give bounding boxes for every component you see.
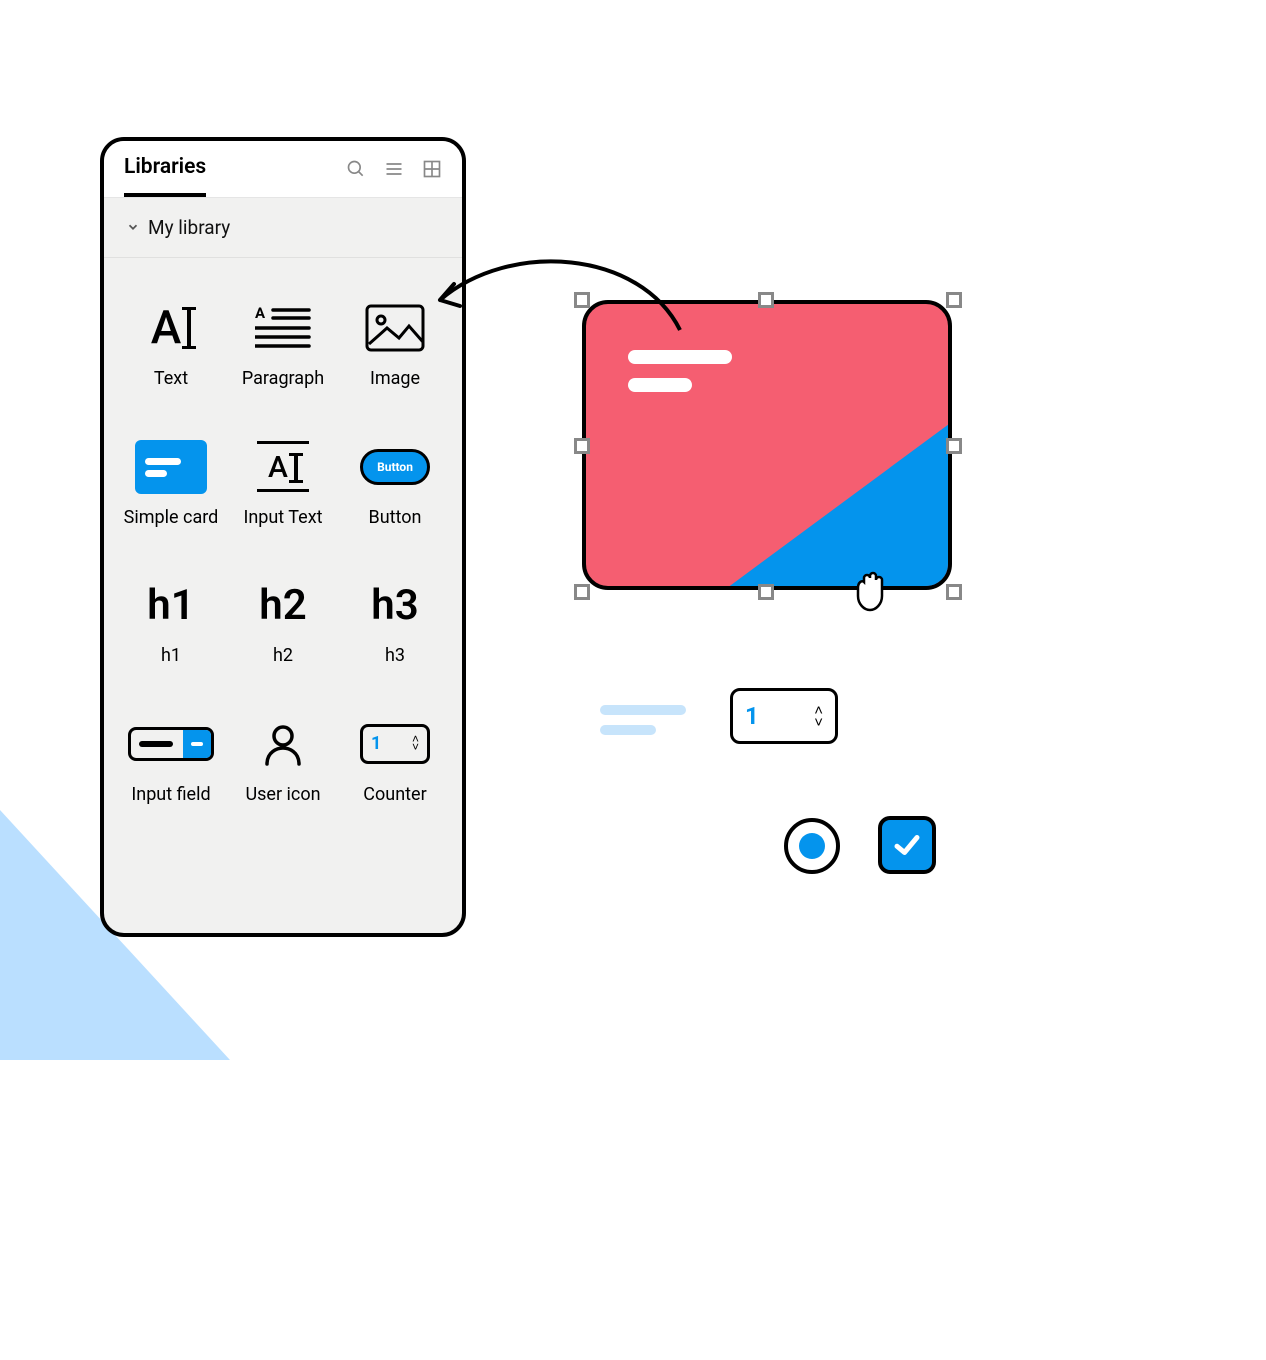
library-item-label: Counter <box>363 784 426 807</box>
library-item-user-icon[interactable]: User icon <box>232 714 334 807</box>
library-item-label: Simple card <box>124 507 219 530</box>
selection-handle[interactable] <box>946 438 962 454</box>
chevron-down-icon: ˅ <box>412 744 419 751</box>
library-item-text[interactable]: A Text <box>120 298 222 391</box>
counter-icon: 1 ˄ ˅ <box>360 714 430 774</box>
library-item-simple-card[interactable]: Simple card <box>120 437 222 530</box>
library-item-h2[interactable]: h2 h2 <box>232 575 334 668</box>
selection-handle[interactable] <box>574 438 590 454</box>
library-item-h1[interactable]: h1 h1 <box>120 575 222 668</box>
h2-icon: h2 <box>259 575 306 635</box>
counter-tile-arrows: ˄ ˅ <box>412 736 419 750</box>
selection-handle[interactable] <box>758 584 774 600</box>
canvas-counter[interactable]: 1 ˄ ˅ <box>730 688 838 744</box>
list-view-icon[interactable] <box>384 159 404 179</box>
tab-libraries[interactable]: Libraries <box>124 155 206 197</box>
panel-header: Libraries <box>104 141 462 198</box>
panel-header-icons <box>346 159 442 193</box>
placeholder-text-lines <box>600 705 686 735</box>
chevron-down-icon <box>126 216 140 239</box>
selection-handle[interactable] <box>574 584 590 600</box>
chevron-down-icon[interactable]: ˅ <box>814 716 823 728</box>
library-item-image[interactable]: Image <box>344 298 446 391</box>
card-text-line <box>628 350 732 364</box>
section-label: My library <box>148 216 230 239</box>
text-icon: A <box>151 298 192 358</box>
library-item-label: Input Text <box>243 507 322 530</box>
h3-icon: h3 <box>371 575 418 635</box>
canvas-checkbox[interactable] <box>878 816 936 874</box>
library-item-input-field[interactable]: Input field <box>120 714 222 807</box>
library-item-paragraph[interactable]: A Paragraph <box>232 298 334 391</box>
section-my-library[interactable]: My library <box>104 198 462 258</box>
selection-handle[interactable] <box>758 292 774 308</box>
svg-text:A: A <box>255 306 266 322</box>
library-item-label: h3 <box>385 645 405 668</box>
input-text-icon: A <box>257 437 309 497</box>
library-item-label: Image <box>370 368 420 391</box>
grid-view-icon[interactable] <box>422 159 442 179</box>
button-pill-text: Button <box>360 449 430 485</box>
canvas-radio[interactable] <box>784 818 840 874</box>
library-item-button[interactable]: Button Button <box>344 437 446 530</box>
grab-cursor-icon <box>850 568 890 612</box>
selection-handle[interactable] <box>946 292 962 308</box>
h1-icon: h1 <box>147 575 194 635</box>
library-item-counter[interactable]: 1 ˄ ˅ Counter <box>344 714 446 807</box>
library-item-label: Button <box>369 507 422 530</box>
libraries-panel: Libraries My library A Text <box>100 137 466 937</box>
counter-tile-value: 1 <box>371 733 381 754</box>
paragraph-icon: A <box>255 298 311 358</box>
simple-card-icon <box>135 437 207 497</box>
user-icon <box>263 714 303 774</box>
library-grid: A Text A Paragraph <box>104 258 462 846</box>
library-item-input-text[interactable]: A Input Text <box>232 437 334 530</box>
selection-handle[interactable] <box>574 292 590 308</box>
canvas-card[interactable] <box>582 300 952 590</box>
library-item-h3[interactable]: h3 h3 <box>344 575 446 668</box>
image-icon <box>365 298 425 358</box>
check-icon <box>892 830 922 860</box>
input-field-icon <box>128 714 214 774</box>
selection-handle[interactable] <box>946 584 962 600</box>
radio-dot <box>799 833 825 859</box>
library-item-label: User icon <box>245 784 320 807</box>
card-triangle-accent <box>723 421 952 590</box>
search-icon[interactable] <box>346 159 366 179</box>
library-item-label: Paragraph <box>242 368 324 391</box>
card-text-line <box>628 378 692 392</box>
library-item-label: Input field <box>131 784 210 807</box>
library-item-label: h2 <box>273 645 293 668</box>
canvas-area[interactable] <box>560 260 1020 640</box>
library-item-label: h1 <box>161 645 181 668</box>
button-icon: Button <box>360 437 430 497</box>
library-item-label: Text <box>154 368 188 391</box>
counter-value: 1 <box>745 702 759 730</box>
